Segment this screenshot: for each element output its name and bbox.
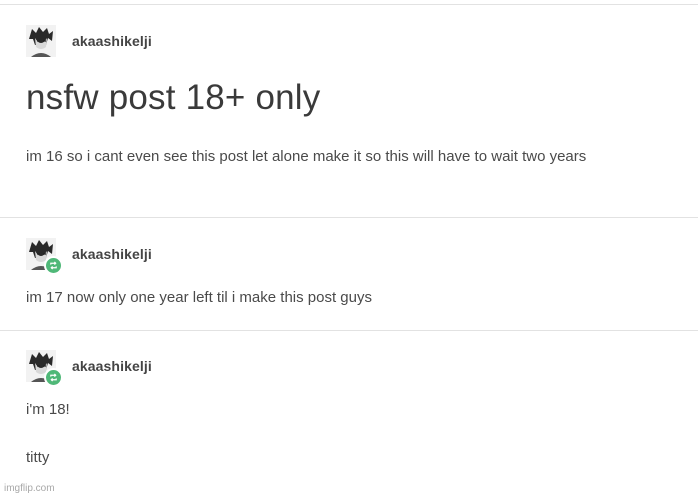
post-reblog-2: akaashikelji i'm 18! titty (0, 349, 698, 479)
post-title: nsfw post 18+ only (26, 78, 321, 117)
post-body: i'm 18! (26, 401, 70, 418)
post-reblog-1: akaashikelji im 17 now only one year lef… (0, 237, 698, 317)
avatar-icon[interactable] (26, 350, 63, 387)
reblog-icon (44, 256, 63, 275)
post-body: im 17 now only one year left til i make … (26, 289, 372, 306)
post-divider (0, 217, 698, 218)
post-header: akaashikelji (26, 237, 152, 275)
avatar-icon[interactable] (26, 238, 63, 275)
post-header: akaashikelji (26, 24, 152, 58)
post-body-2: titty (26, 449, 50, 466)
post-username[interactable]: akaashikelji (72, 33, 152, 49)
post-body: im 16 so i cant even see this post let a… (26, 148, 587, 165)
top-divider (0, 4, 698, 5)
post-original: akaashikelji nsfw post 18+ only im 16 so… (0, 24, 698, 214)
avatar-icon[interactable] (26, 25, 56, 57)
post-thread: akaashikelji nsfw post 18+ only im 16 so… (0, 0, 698, 499)
post-username[interactable]: akaashikelji (72, 358, 152, 374)
post-header: akaashikelji (26, 349, 152, 387)
watermark: imgflip.com (4, 483, 55, 494)
post-username[interactable]: akaashikelji (72, 246, 152, 262)
post-divider (0, 330, 698, 331)
reblog-icon (44, 368, 63, 387)
